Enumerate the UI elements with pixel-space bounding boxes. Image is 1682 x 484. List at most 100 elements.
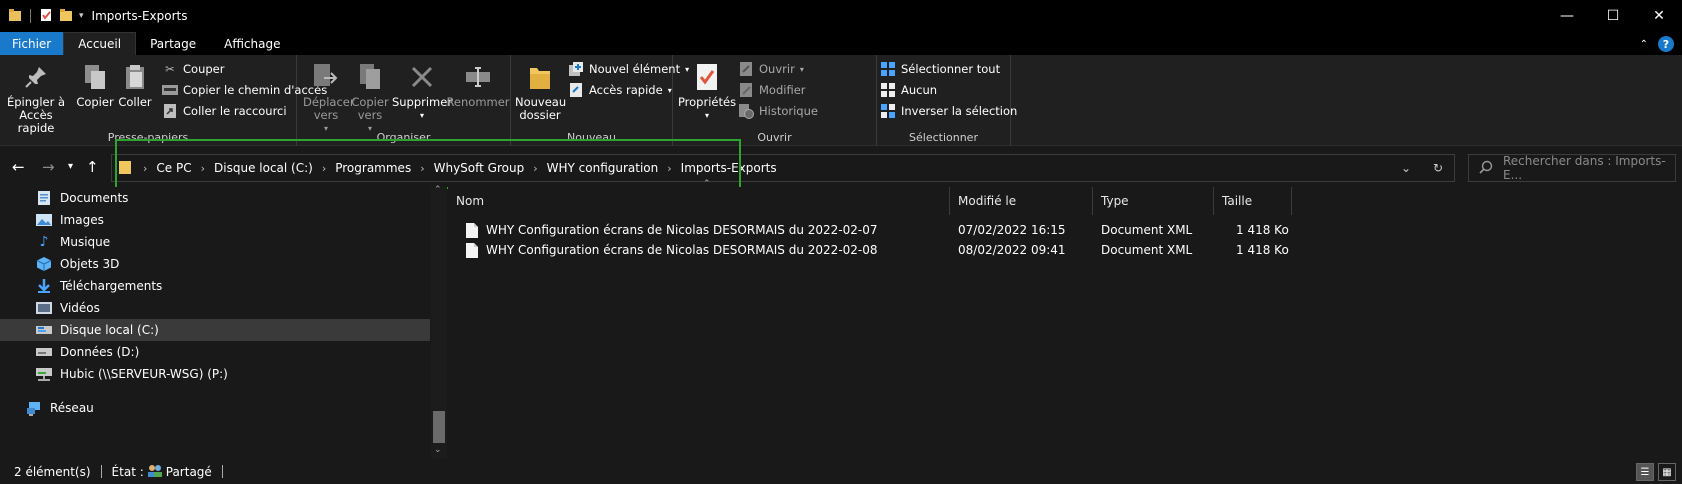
tab-accueil[interactable]: Accueil [63, 32, 137, 55]
table-row[interactable]: WHY Configuration écrans de Nicolas DESO… [466, 240, 1666, 260]
recent-locations-chevron-icon[interactable]: ▾ [68, 161, 73, 172]
scroll-down-icon[interactable]: ⌄ [434, 445, 442, 455]
copy-to-icon [355, 61, 385, 93]
delete-dropdown-icon: ▾ [419, 111, 424, 120]
address-bar[interactable]: › Ce PC › Disque local (C:) › Programmes… [111, 154, 1455, 182]
drive-icon [36, 322, 52, 338]
up-arrow-icon[interactable]: ↑ [86, 158, 99, 176]
edit-button[interactable]: Modifier [738, 82, 806, 98]
move-to-button[interactable]: Déplacer vers ▾ [303, 61, 355, 135]
new-folder-button[interactable]: Nouveau dossier [515, 61, 566, 122]
maximize-button[interactable]: ☐ [1590, 0, 1636, 32]
history-button[interactable]: Historique [738, 103, 818, 119]
minimize-button[interactable]: — [1544, 0, 1590, 32]
back-arrow-icon[interactable]: ← [12, 158, 25, 176]
column-header-type[interactable]: Type [1093, 187, 1214, 215]
new-item-label: Nouvel élément [589, 62, 681, 76]
nav-item-disque-local-c[interactable]: Disque local (C:) [0, 319, 430, 341]
pin-label: Épingler à Accès rapide [6, 95, 66, 135]
pin-quick-access-button[interactable]: Épingler à Accès rapide [6, 61, 66, 135]
tab-affichage[interactable]: Affichage [210, 32, 294, 55]
paste-label: Coller [118, 95, 152, 109]
nav-item-donnees-d[interactable]: Données (D:) [0, 341, 430, 363]
properties-qat-icon[interactable] [39, 8, 53, 25]
table-row[interactable]: WHY Configuration écrans de Nicolas DESO… [466, 220, 1666, 240]
customize-qat-icon[interactable]: ▾ [79, 11, 84, 21]
address-history-chevron-icon[interactable]: ⌄ [1390, 161, 1422, 175]
nav-item-network[interactable]: Réseau [0, 385, 430, 419]
ribbon-right-controls: ⌃ ? [1640, 36, 1674, 52]
properties-dropdown-icon: ▾ [704, 111, 709, 120]
paste-shortcut-button[interactable]: Coller le raccourci [162, 103, 287, 119]
close-button[interactable]: ✕ [1636, 0, 1682, 32]
breadcrumb-imports-exports[interactable]: Imports-Exports [675, 161, 783, 175]
nav-item-3d-objects[interactable]: Objets 3D [0, 253, 430, 275]
new-item-button[interactable]: Nouvel élément ▾ [568, 61, 689, 77]
forward-arrow-icon[interactable]: → [42, 158, 55, 176]
column-header-modified[interactable]: Modifié le [950, 187, 1093, 215]
open-dropdown-icon: ▾ [799, 64, 804, 74]
properties-button[interactable]: Propriétés ▾ [678, 61, 736, 122]
chevron-right-icon[interactable]: › [198, 162, 208, 175]
copy-button[interactable]: Copier [74, 61, 116, 109]
large-icons-view-icon[interactable]: ▦ [1658, 463, 1676, 481]
nav-item-images[interactable]: Images [0, 209, 430, 231]
nav-item-downloads[interactable]: Téléchargements [0, 275, 430, 297]
help-button[interactable]: ? [1658, 36, 1674, 52]
chevron-right-icon[interactable]: › [140, 162, 150, 175]
address-controls: ⌄ ↻ [1390, 155, 1454, 181]
nav-item-documents[interactable]: Documents [0, 187, 430, 209]
scissors-icon: ✂ [165, 62, 175, 76]
breadcrumb-whysoft-group[interactable]: WhySoft Group [428, 161, 531, 175]
tab-fichier[interactable]: Fichier [0, 32, 64, 55]
scroll-thumb[interactable] [433, 411, 445, 443]
breadcrumb-disque-local[interactable]: Disque local (C:) [208, 161, 319, 175]
group-organize: Déplacer vers ▾ Copier vers ▾ Supprimer … [297, 55, 511, 146]
item-count: 2 élément(s) [14, 464, 91, 479]
easy-access-icon [568, 82, 584, 98]
select-none-button[interactable]: Aucun [880, 82, 937, 98]
nav-item-music[interactable]: ♪ Musique [0, 231, 430, 253]
cut-button[interactable]: ✂ Couper [162, 61, 224, 77]
file-size: 1 418 Ko [1236, 243, 1289, 257]
select-all-button[interactable]: Sélectionner tout [880, 61, 1000, 77]
search-box[interactable]: Rechercher dans : Imports-E... [1468, 154, 1676, 182]
nav-item-label: Images [60, 213, 104, 227]
collapse-ribbon-icon[interactable]: ⌃ [1640, 39, 1648, 50]
state-label: État : [111, 464, 144, 479]
navigation-bar: ← → ▾ ↑ › Ce PC › Disque local (C:) › Pr… [0, 147, 1682, 187]
details-view-icon[interactable]: ☰ [1636, 463, 1654, 481]
breadcrumb-why-configuration[interactable]: WHY configuration [541, 161, 665, 175]
open-button[interactable]: Ouvrir ▾ [738, 61, 804, 77]
invert-selection-icon [880, 103, 896, 119]
breadcrumb-ce-pc[interactable]: Ce PC [150, 161, 197, 175]
delete-button[interactable]: Supprimer ▾ [392, 61, 452, 122]
chevron-right-icon[interactable]: › [319, 162, 329, 175]
nav-item-hubic-p[interactable]: Hubic (\\SERVEUR-WSG) (P:) [0, 363, 430, 385]
easy-access-button[interactable]: Accès rapide ▾ [568, 82, 672, 98]
properties-icon [692, 61, 722, 93]
tab-partage[interactable]: Partage [136, 32, 210, 55]
new-folder-qat-icon[interactable] [59, 8, 73, 25]
nav-item-label: Objets 3D [60, 257, 120, 271]
column-header-name[interactable]: Nom [448, 187, 950, 215]
paste-button[interactable]: Coller [114, 61, 156, 109]
images-icon [36, 212, 52, 228]
chevron-right-icon[interactable]: › [664, 162, 674, 175]
rename-button[interactable]: Renommer [446, 61, 510, 109]
xml-file-icon [466, 220, 478, 240]
refresh-icon[interactable]: ↻ [1422, 161, 1454, 175]
nav-item-videos[interactable]: Vidéos [0, 297, 430, 319]
scroll-up-icon[interactable]: ⌃ [434, 185, 442, 195]
drive-icon [36, 344, 52, 360]
chevron-right-icon[interactable]: › [417, 162, 427, 175]
move-to-label: Déplacer vers [303, 95, 355, 122]
nav-item-label: Données (D:) [60, 345, 140, 359]
copy-to-button[interactable]: Copier vers ▾ [349, 61, 391, 135]
invert-selection-button[interactable]: Inverser la sélection [880, 103, 1017, 119]
pin-icon [21, 61, 51, 93]
breadcrumb-programmes[interactable]: Programmes [329, 161, 417, 175]
column-header-size[interactable]: Taille [1214, 187, 1292, 215]
chevron-right-icon[interactable]: › [530, 162, 540, 175]
nav-pane-scrollbar[interactable]: ⌃ ⌄ [431, 185, 447, 459]
